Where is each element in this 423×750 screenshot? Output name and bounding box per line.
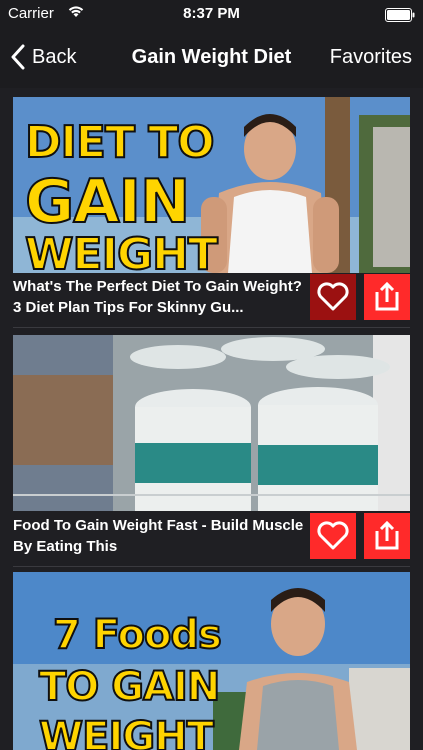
- share-icon: [375, 521, 399, 550]
- share-button[interactable]: [364, 274, 410, 320]
- favorite-button[interactable]: [310, 274, 356, 320]
- heart-icon: [317, 521, 349, 550]
- battery-icon: [385, 8, 415, 22]
- video-title[interactable]: Food To Gain Weight Fast - Build Muscle …: [13, 515, 313, 557]
- video-list[interactable]: DIET TO GAIN WEIGHT What's The Perfect D…: [0, 88, 423, 750]
- favorites-button[interactable]: Favorites: [330, 46, 412, 69]
- heart-icon: [317, 282, 349, 311]
- thumbnail-text: TO GAIN: [38, 663, 221, 711]
- thumbnail-text: 7 Foods: [52, 611, 223, 659]
- video-thumbnail[interactable]: DIET TO GAIN WEIGHT: [13, 97, 410, 273]
- thumbnail-text: GAIN: [24, 166, 191, 238]
- share-icon: [375, 282, 399, 311]
- navigation-bar: Back Gain Weight Diet Favorites: [0, 30, 423, 88]
- clock: 8:37 PM: [183, 5, 240, 22]
- thumbnail-text: WEIGHT: [24, 228, 219, 273]
- status-bar: Carrier 8:37 PM: [0, 0, 423, 30]
- favorite-button[interactable]: [310, 513, 356, 559]
- video-thumbnail[interactable]: 7 Foods TO GAIN WEIGHT: [13, 572, 410, 750]
- share-button[interactable]: [364, 513, 410, 559]
- divider: [13, 566, 410, 567]
- divider: [13, 327, 410, 328]
- video-title[interactable]: What's The Perfect Diet To Gain Weight? …: [13, 276, 313, 318]
- video-thumbnail[interactable]: [13, 335, 410, 511]
- thumbnail-text: WEIGHT: [38, 713, 215, 750]
- thumbnail-text: DIET TO: [24, 116, 216, 169]
